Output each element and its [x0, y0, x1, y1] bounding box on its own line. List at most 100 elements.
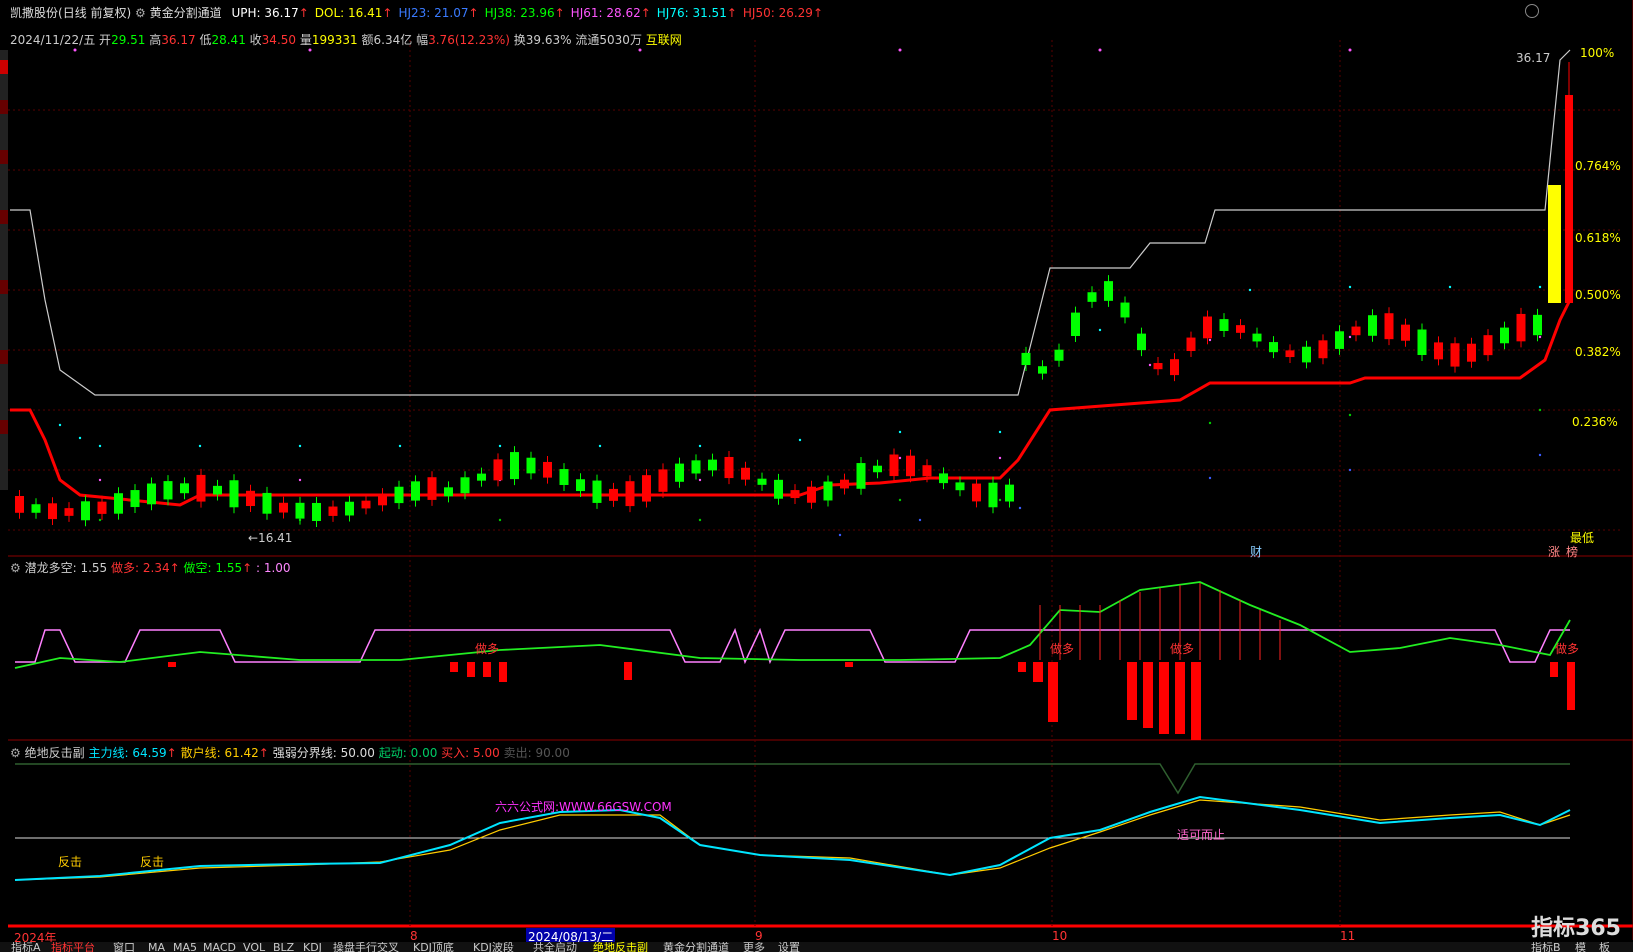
- candle[interactable]: [1533, 314, 1542, 336]
- candle[interactable]: [955, 482, 965, 491]
- candle[interactable]: [609, 488, 618, 501]
- candle[interactable]: [823, 481, 833, 501]
- candle[interactable]: [1170, 359, 1179, 376]
- candle[interactable]: [675, 463, 684, 482]
- candle[interactable]: [81, 501, 90, 521]
- candle[interactable]: [840, 479, 849, 489]
- candle[interactable]: [31, 504, 41, 513]
- candle[interactable]: [873, 465, 882, 473]
- candle[interactable]: [1071, 312, 1080, 336]
- tab-item[interactable]: 操盘手行交叉: [330, 942, 402, 952]
- candle[interactable]: [559, 469, 569, 485]
- candle[interactable]: [328, 506, 338, 516]
- candle[interactable]: [576, 479, 585, 492]
- candle[interactable]: [295, 502, 305, 519]
- tab-item[interactable]: KDJ波段: [470, 942, 517, 952]
- candle[interactable]: [658, 469, 668, 492]
- candle[interactable]: [246, 490, 255, 507]
- candle[interactable]: [312, 502, 321, 522]
- candle[interactable]: [1087, 292, 1097, 302]
- candle[interactable]: [444, 487, 453, 497]
- candle[interactable]: [691, 460, 701, 474]
- candle[interactable]: [163, 481, 173, 500]
- candle[interactable]: [1302, 346, 1311, 363]
- candle[interactable]: [15, 496, 24, 513]
- candle[interactable]: [493, 459, 503, 481]
- candle[interactable]: [97, 501, 107, 514]
- candle[interactable]: [180, 483, 189, 494]
- candle[interactable]: [939, 473, 948, 484]
- candle[interactable]: [427, 477, 437, 500]
- tab-item[interactable]: 共全启动: [530, 942, 580, 952]
- candle[interactable]: [213, 485, 222, 495]
- tab-item[interactable]: 指标B: [1528, 942, 1564, 952]
- tab-item[interactable]: 指标A: [8, 942, 44, 952]
- candle[interactable]: [147, 483, 156, 505]
- panel2-gear-icon[interactable]: ⚙: [10, 561, 21, 575]
- candle[interactable]: [1120, 302, 1130, 318]
- candle[interactable]: [1467, 343, 1476, 362]
- candle[interactable]: [708, 459, 717, 471]
- candle[interactable]: [1054, 349, 1064, 361]
- tab-item[interactable]: 指标平台: [48, 942, 98, 952]
- candle[interactable]: [1021, 352, 1031, 366]
- panel3-gear-icon[interactable]: ⚙: [10, 746, 21, 760]
- candle[interactable]: [1153, 363, 1163, 370]
- candle[interactable]: [1005, 484, 1014, 502]
- candle[interactable]: [757, 478, 767, 485]
- candle[interactable]: [1203, 316, 1212, 339]
- tab-item[interactable]: 设置: [775, 942, 803, 952]
- candle[interactable]: [1285, 350, 1295, 358]
- candle[interactable]: [1236, 325, 1245, 333]
- candle[interactable]: [526, 457, 536, 474]
- panel2-name[interactable]: 潜龙多空: [25, 561, 73, 575]
- candle[interactable]: [1351, 326, 1361, 336]
- candle[interactable]: [774, 479, 783, 499]
- indicator-tab-bar[interactable]: 指标A 指标平台 窗口 MA MA5 MACD VOL BLZ KDJ 操盘手行…: [0, 942, 1633, 952]
- candle[interactable]: [1417, 329, 1427, 356]
- candle[interactable]: [361, 500, 371, 509]
- panel3-name[interactable]: 绝地反击副: [25, 746, 85, 760]
- candle[interactable]: [1318, 340, 1328, 359]
- candle[interactable]: [1483, 335, 1493, 356]
- candle[interactable]: [114, 493, 123, 514]
- candle[interactable]: [345, 501, 354, 516]
- candle[interactable]: [642, 475, 651, 502]
- candle[interactable]: [906, 455, 915, 477]
- candle[interactable]: [394, 486, 404, 504]
- tab-item[interactable]: KDJ: [300, 942, 325, 952]
- candle[interactable]: [1450, 343, 1460, 367]
- candle[interactable]: [856, 463, 866, 489]
- tab-item[interactable]: 绝地反击副: [590, 942, 651, 952]
- candle[interactable]: [130, 490, 140, 508]
- candle[interactable]: [1186, 337, 1196, 352]
- candle[interactable]: [1516, 313, 1526, 342]
- tab-item[interactable]: KDJ顶底: [410, 942, 457, 952]
- candle[interactable]: [1500, 327, 1509, 344]
- candle[interactable]: [807, 486, 816, 503]
- candle[interactable]: [196, 474, 206, 502]
- candle[interactable]: [889, 454, 899, 477]
- tab-item[interactable]: MA5: [170, 942, 200, 952]
- candle[interactable]: [1252, 333, 1262, 342]
- candle[interactable]: [1368, 315, 1377, 336]
- candle[interactable]: [262, 492, 272, 514]
- candle[interactable]: [790, 490, 800, 499]
- tab-item[interactable]: MACD: [200, 942, 239, 952]
- candle[interactable]: [1335, 331, 1344, 349]
- candle[interactable]: [741, 467, 750, 480]
- tab-item[interactable]: 板: [1596, 942, 1613, 952]
- candle[interactable]: [510, 452, 519, 480]
- candle[interactable]: [1038, 366, 1047, 374]
- candle[interactable]: [229, 480, 239, 508]
- chart-canvas[interactable]: [0, 0, 1633, 952]
- candle[interactable]: [64, 508, 74, 516]
- candle[interactable]: [477, 473, 486, 481]
- candle[interactable]: [279, 502, 288, 513]
- tab-item[interactable]: VOL: [240, 942, 268, 952]
- candle[interactable]: [1434, 342, 1443, 360]
- candle[interactable]: [48, 503, 57, 520]
- candle[interactable]: [988, 482, 998, 508]
- candle[interactable]: [543, 461, 552, 478]
- candle[interactable]: [625, 481, 635, 507]
